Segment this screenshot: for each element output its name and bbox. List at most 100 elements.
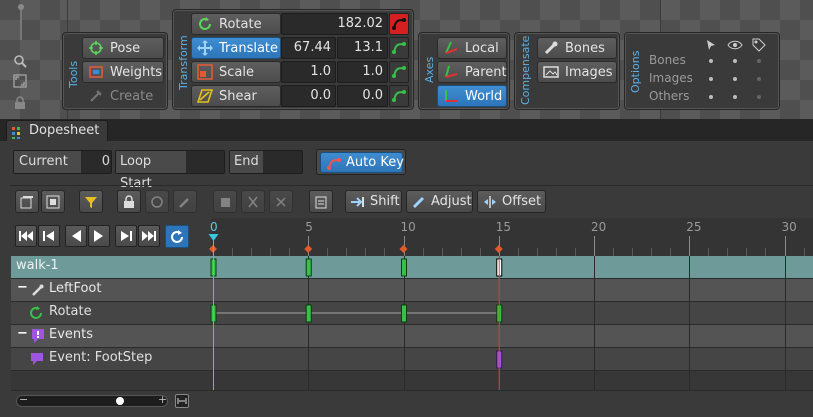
auto-key-container: Auto Key xyxy=(316,149,406,175)
adjust-button[interactable]: Adjust xyxy=(406,190,473,213)
scissors-icon xyxy=(248,196,258,207)
timeline-overlay[interactable]: 0 5 10 15 20 25 30 xyxy=(0,218,813,390)
delete-keys-button[interactable] xyxy=(269,190,293,213)
axes-parent-button[interactable]: Parent xyxy=(437,61,507,83)
option-toggle[interactable] xyxy=(733,59,737,63)
shear-icon xyxy=(196,88,214,104)
offset-icon xyxy=(482,194,498,210)
option-toggle[interactable] xyxy=(757,77,761,81)
loop-start-field[interactable]: Loop Start xyxy=(115,150,225,191)
lock-keys-button[interactable] xyxy=(117,190,141,213)
cycle-icon xyxy=(151,195,163,208)
copy-icon xyxy=(20,195,33,208)
weights-icon xyxy=(88,64,104,80)
axes-local-button[interactable]: Local xyxy=(437,37,507,59)
zoom-icon[interactable] xyxy=(13,54,27,68)
brush-icon xyxy=(179,197,189,208)
ruler-label: 0 xyxy=(210,220,218,234)
current-frame-value: 0 xyxy=(101,154,110,169)
zoom-out-icon[interactable]: − xyxy=(19,393,28,406)
scale-y-field[interactable]: 1.0 xyxy=(337,61,388,83)
options-bones-label: Bones xyxy=(649,53,686,67)
paste-keys-button[interactable] xyxy=(309,190,333,213)
auto-key-button[interactable]: Auto Key xyxy=(320,152,404,173)
key-curve-icon xyxy=(392,66,406,78)
offset-button[interactable]: Offset xyxy=(477,190,546,213)
option-toggle[interactable] xyxy=(757,59,761,63)
shear-x-field[interactable]: 0.0 xyxy=(281,85,336,107)
pencil-icon xyxy=(411,194,427,210)
animation-key xyxy=(401,258,407,277)
copy-track-button[interactable] xyxy=(15,190,39,213)
zoom-slider[interactable]: − + xyxy=(16,393,168,407)
translate-x-field[interactable]: 67.44 xyxy=(281,37,336,59)
dopesheet-icon xyxy=(12,126,24,139)
shear-button[interactable]: Shear xyxy=(191,85,281,107)
fit-width-icon xyxy=(177,398,187,404)
dopesheet-footer: − + xyxy=(11,390,813,417)
scale-x-field[interactable]: 1.0 xyxy=(281,61,336,83)
shear-key-button[interactable] xyxy=(389,85,409,107)
paste-icon xyxy=(46,195,60,208)
loop-keys-button[interactable] xyxy=(145,190,169,213)
weights-button[interactable]: Weights xyxy=(82,61,164,83)
viewport-side-toolbar xyxy=(10,0,30,119)
transform-panel: Transform Rotate 182.02 Translate 67.44 … xyxy=(172,9,414,110)
scale-key-button[interactable] xyxy=(389,61,409,83)
tools-label: Tools xyxy=(67,60,80,88)
filter-icon xyxy=(85,196,97,208)
current-frame-field[interactable]: Current 0 xyxy=(13,150,112,174)
option-toggle[interactable] xyxy=(709,59,713,63)
option-toggle[interactable] xyxy=(709,95,713,99)
shift-button[interactable]: Shift xyxy=(345,190,402,213)
axes-label: Axes xyxy=(423,56,436,83)
options-images-label: Images xyxy=(649,71,693,85)
zoom-in-icon[interactable]: + xyxy=(158,393,167,406)
create-icon xyxy=(88,88,104,104)
rotate-key-button[interactable] xyxy=(389,13,409,35)
dopesheet-toolbar: Shift Adjust Offset xyxy=(10,185,813,218)
playhead-handle xyxy=(208,234,219,241)
rotate-key xyxy=(401,304,407,323)
shift-icon xyxy=(350,194,366,210)
translate-button[interactable]: Translate xyxy=(191,37,281,59)
options-others-label: Others xyxy=(649,89,690,103)
translate-y-field[interactable]: 13.1 xyxy=(337,37,388,59)
filter-button[interactable] xyxy=(79,190,103,213)
brush-button[interactable] xyxy=(173,190,197,213)
rotate-value-field[interactable]: 182.02 xyxy=(281,13,388,35)
compensate-images-button[interactable]: Images xyxy=(537,61,617,83)
zoom-slider-handle[interactable] xyxy=(116,397,124,405)
lock-icon[interactable] xyxy=(13,96,27,110)
close-icon xyxy=(276,196,286,207)
zoom-slider-track[interactable] xyxy=(20,10,22,40)
tools-panel: Tools Pose Weights Create xyxy=(62,32,168,110)
rotate-button[interactable]: Rotate xyxy=(191,13,281,35)
tab-dopesheet[interactable]: Dopesheet xyxy=(6,120,109,141)
option-toggle[interactable] xyxy=(733,95,737,99)
end-frame-field[interactable]: End xyxy=(229,150,303,174)
option-toggle[interactable] xyxy=(733,77,737,81)
options-panel: Options Bones Images Others xyxy=(624,32,780,110)
key-curve-icon xyxy=(392,18,406,30)
create-button[interactable]: Create xyxy=(82,85,164,107)
paste-track-button[interactable] xyxy=(41,190,65,213)
translate-key-button[interactable] xyxy=(389,37,409,59)
scale-button[interactable]: Scale xyxy=(191,61,281,83)
axes-world-button[interactable]: World xyxy=(437,85,507,107)
pose-button[interactable]: Pose xyxy=(82,37,164,59)
cut-keys-button[interactable] xyxy=(241,190,265,213)
ruler-label: 5 xyxy=(305,220,313,234)
viewport[interactable]: Tools Pose Weights Create Transform Rota… xyxy=(0,0,813,119)
compensate-panel: Compensate Bones Images xyxy=(514,32,620,110)
compensate-label: Compensate xyxy=(519,35,532,105)
compensate-bones-button[interactable]: Bones xyxy=(537,37,617,59)
local-axes-icon xyxy=(443,40,459,56)
fit-timeline-button[interactable] xyxy=(175,394,189,408)
copy-keys-button[interactable] xyxy=(213,190,237,213)
translate-icon xyxy=(197,40,213,56)
fit-view-icon[interactable] xyxy=(13,74,27,88)
shear-y-field[interactable]: 0.0 xyxy=(337,85,388,107)
option-toggle[interactable] xyxy=(709,77,713,81)
option-toggle[interactable] xyxy=(757,95,761,99)
